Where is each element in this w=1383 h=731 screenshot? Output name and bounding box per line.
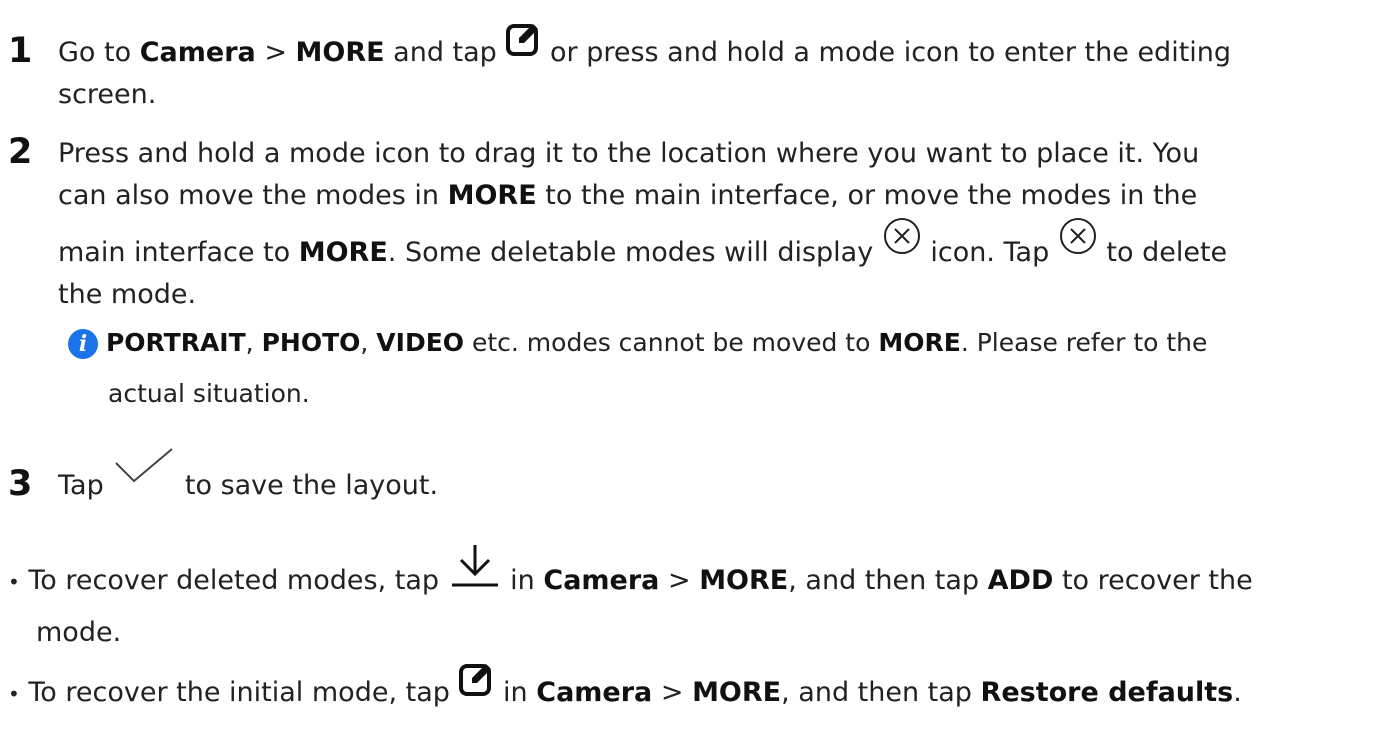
more-label: MORE: [298, 237, 388, 268]
step-3-text: to save the layout.: [176, 470, 439, 501]
bullet-1-line-1: • To recover deleted modes, tap in Camer…: [8, 545, 1253, 603]
step-1-line-2: screen.: [58, 79, 157, 110]
bullet-1-text: To recover deleted modes, tap: [28, 565, 448, 596]
bullet-dot: •: [8, 570, 20, 594]
bullet-2-line-1: • To recover the initial mode, tap in Ca…: [8, 664, 1242, 715]
step-number-1: 1: [8, 31, 33, 71]
step-2-text: main interface to: [58, 237, 299, 268]
bullet-2-text: in: [494, 677, 537, 708]
close-circle-icon: [882, 216, 922, 269]
note-text: etc. modes cannot be moved to: [464, 328, 879, 357]
step-2-line-1: Press and hold a mode icon to drag it to…: [58, 138, 1200, 169]
bullet-2-sep: >: [652, 677, 693, 708]
note-text: . Please refer to the: [960, 328, 1208, 357]
restore-defaults-label: Restore defaults: [980, 677, 1234, 708]
close-circle-icon: [1058, 216, 1098, 269]
step-2-text: icon. Tap: [921, 237, 1058, 268]
step-1-line-1: Go to Camera > MORE and tap or press and…: [58, 24, 1232, 74]
step-2-text: can also move the modes in: [58, 180, 448, 211]
step-2-text: to the main interface, or move the modes…: [536, 180, 1198, 211]
edit-icon: [458, 661, 494, 710]
step-3-text: Tap: [58, 470, 113, 501]
portrait-label: PORTRAIT: [105, 328, 246, 357]
camera-label: Camera: [139, 37, 256, 68]
bullet-2-text: , and then tap: [781, 677, 981, 708]
add-label: ADD: [987, 565, 1054, 596]
more-label: MORE: [447, 180, 537, 211]
checkmark-icon: [112, 445, 176, 498]
step-number-3: 3: [8, 464, 33, 504]
step-1-rest: or press and hold a mode icon to enter t…: [541, 37, 1232, 68]
bullet-1-text: to recover the: [1053, 565, 1253, 596]
camera-label: Camera: [536, 677, 653, 708]
bullet-1-text: in: [501, 565, 544, 596]
step-2-line-3: main interface to MORE. Some deletable m…: [58, 218, 1228, 274]
bullet-1-line-2: mode.: [36, 617, 122, 648]
step-1-tap: and tap: [384, 37, 506, 68]
download-icon: [448, 543, 502, 602]
bullet-2-text: To recover the initial mode, tap: [28, 677, 459, 708]
step-1-text: Go to: [58, 37, 140, 68]
bullet-1-text: , and then tap: [788, 565, 988, 596]
step-2-line-4: the mode.: [58, 279, 197, 310]
edit-icon: [505, 21, 541, 70]
video-label: VIDEO: [376, 328, 465, 357]
note-line-2: actual situation.: [108, 379, 310, 408]
note-sep: ,: [245, 328, 262, 357]
bullet-1-sep: >: [659, 565, 700, 596]
step-2-text: to delete: [1097, 237, 1228, 268]
note-line-1: i PORTRAIT, PHOTO, VIDEO etc. modes cann…: [68, 322, 1207, 364]
info-icon: i: [68, 329, 98, 359]
step-2-text: . Some deletable modes will display: [387, 237, 882, 268]
more-label: MORE: [692, 677, 782, 708]
more-label: MORE: [699, 565, 789, 596]
note-sep: ,: [360, 328, 377, 357]
more-label: MORE: [878, 328, 961, 357]
step-3-line: Tap to save the layout.: [58, 448, 439, 507]
step-number-2: 2: [8, 132, 33, 172]
step-1-sep: >: [255, 37, 296, 68]
camera-label: Camera: [543, 565, 660, 596]
more-label: MORE: [295, 37, 385, 68]
photo-label: PHOTO: [261, 328, 361, 357]
bullet-2-text: .: [1233, 677, 1242, 708]
step-2-line-2: can also move the modes in MORE to the m…: [58, 175, 1197, 217]
bullet-dot: •: [8, 682, 20, 706]
